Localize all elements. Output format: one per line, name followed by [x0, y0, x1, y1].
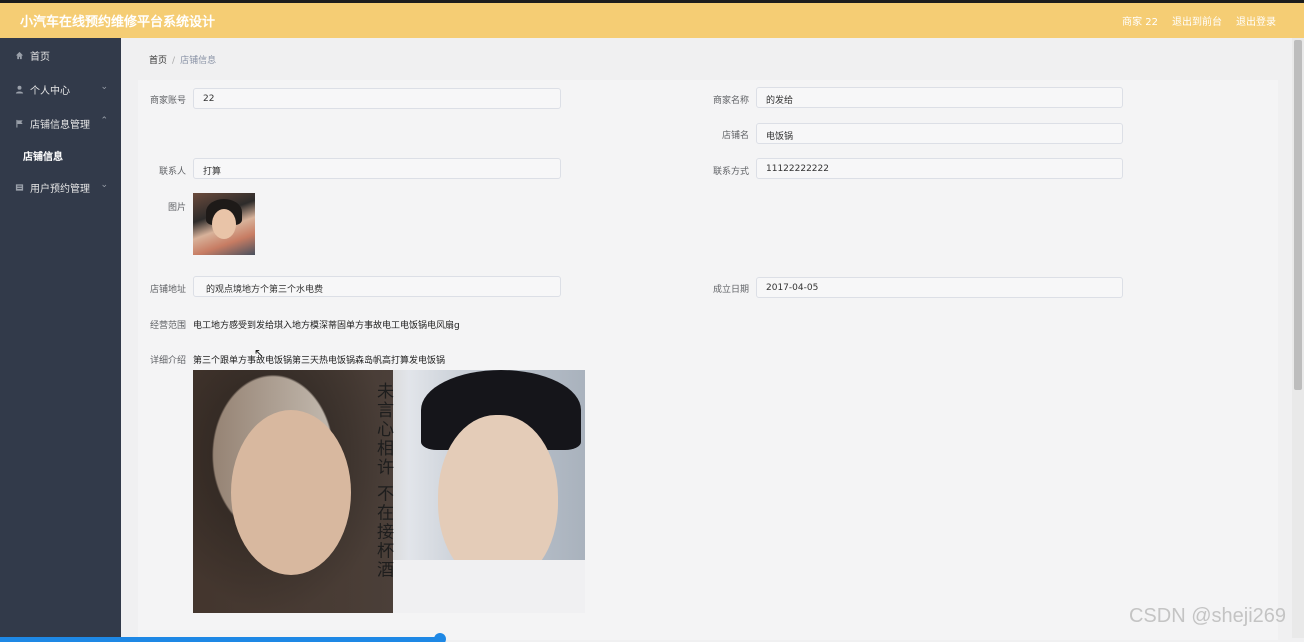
watermark: CSDN @sheji269	[1128, 605, 1286, 627]
founded-date-label: 成立日期	[712, 285, 749, 295]
flag-icon	[14, 118, 24, 128]
business-scope-label: 经营范围	[149, 321, 186, 331]
address-field[interactable]: 的观点境地方个第三个水电费	[193, 276, 561, 297]
breadcrumb-current: 店铺信息	[180, 56, 217, 66]
merchant-name-label: 商家名称	[712, 96, 749, 106]
detail-label: 详细介绍	[149, 356, 186, 366]
sidebar-item-home[interactable]: 首页	[0, 38, 121, 72]
shop-name-label: 店铺名	[721, 131, 749, 141]
top-links: 商家 22 退出到前台 退出登录	[1122, 13, 1276, 28]
merchant-account-field[interactable]: 22	[193, 88, 561, 109]
address-label: 店铺地址	[149, 285, 186, 295]
scrollbar-thumb[interactable]	[1294, 40, 1302, 390]
user-icon	[14, 84, 24, 94]
breadcrumb-home[interactable]: 首页	[149, 56, 167, 66]
contact-label: 联系人	[158, 167, 186, 177]
sidebar: 首页 个人中心 ⌄ 店铺信息管理 ⌃ 店铺信息 用户预约管理 ⌄	[0, 38, 121, 642]
poster-calligraphy: 未言心相许 不在接杯酒	[373, 382, 393, 580]
chevron-down-icon: ⌄	[100, 180, 108, 190]
back-to-front-link[interactable]: 退出到前台	[1172, 13, 1222, 28]
phone-label: 联系方式	[712, 167, 749, 177]
breadcrumb-separator: /	[172, 56, 176, 66]
poster-robe	[393, 560, 585, 613]
list-icon	[14, 182, 24, 192]
home-icon	[14, 50, 24, 60]
founded-date-field[interactable]: 2017-04-05	[756, 277, 1123, 298]
breadcrumb: 首页 / 店铺信息	[149, 53, 216, 66]
sidebar-item-user-appointments[interactable]: 用户预约管理 ⌄	[0, 170, 121, 204]
sidebar-item-label: 首页	[30, 51, 50, 63]
detail-poster-image: 未言心相许 不在接杯酒	[193, 370, 585, 613]
app-title: 小汽车在线预约维修平台系统设计	[20, 15, 216, 30]
logout-link[interactable]: 退出登录	[1236, 13, 1276, 28]
contact-field[interactable]: 打算	[193, 158, 561, 179]
sidebar-item-shop-info-management[interactable]: 店铺信息管理 ⌃	[0, 106, 121, 140]
mouse-cursor-icon: ↖	[254, 346, 265, 360]
image-label: 图片	[167, 203, 186, 213]
sidebar-item-profile[interactable]: 个人中心 ⌄	[0, 72, 121, 106]
business-scope-value: 电工地方感受到发给琪入地方模深蒂固单方事故电工电饭锅电风扇g	[193, 321, 460, 331]
merchant-name-field[interactable]: 的发给	[756, 87, 1123, 108]
top-bar: 小汽车在线预约维修平台系统设计 商家 22 退出到前台 退出登录	[0, 0, 1304, 38]
detail-value: 第三个跟单方事故电饭锅第三天热电饭锅森岛帆高打算发电饭锅	[193, 356, 446, 366]
chevron-up-icon: ⌃	[100, 116, 108, 126]
sidebar-item-label: 个人中心	[30, 85, 70, 97]
shop-photo	[193, 193, 255, 255]
merchant-account-label: 商家账号	[149, 96, 186, 106]
photo-face	[212, 209, 236, 239]
sidebar-subitem-shop-info[interactable]: 店铺信息	[0, 140, 121, 170]
page-progress-bar	[0, 633, 446, 642]
progress-knob[interactable]	[434, 633, 446, 642]
chevron-down-icon: ⌄	[100, 82, 108, 92]
current-user-link[interactable]: 商家 22	[1122, 13, 1158, 28]
phone-field[interactable]: 11122222222	[756, 158, 1123, 179]
sidebar-item-label: 店铺信息管理	[30, 119, 90, 131]
sidebar-item-label: 用户预约管理	[30, 183, 90, 195]
shop-name-field[interactable]: 电饭锅	[756, 123, 1123, 144]
poster-face-left	[231, 410, 351, 575]
